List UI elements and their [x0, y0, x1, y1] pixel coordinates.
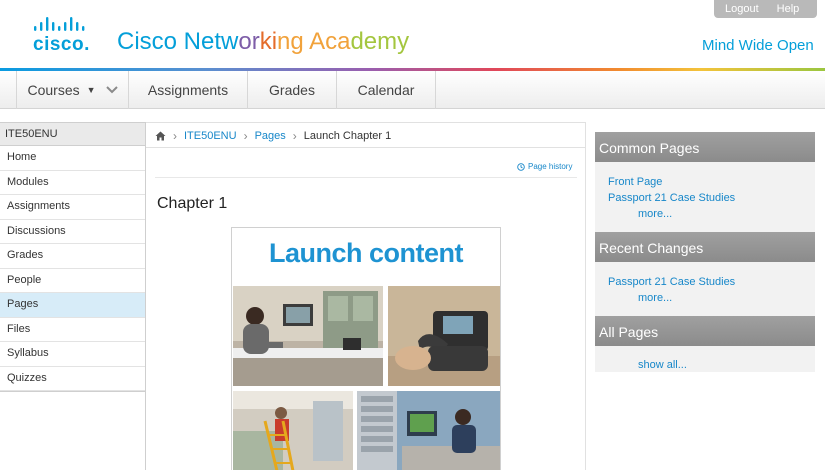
main-content: › ITE50ENU › Pages › Launch Chapter 1 Pa…	[146, 122, 586, 470]
pages-sidebar: Common Pages Front Page Passport 21 Case…	[595, 132, 815, 372]
recent-changes-more-link[interactable]: more...	[608, 290, 815, 306]
sidebar-item-modules[interactable]: Modules	[0, 170, 146, 195]
site-title[interactable]: Cisco Networking Academy	[117, 28, 409, 56]
sidebar-item-home[interactable]: Home	[0, 146, 146, 171]
sidebar-item-files[interactable]: Files	[0, 317, 146, 342]
common-pages-list: Front Page Passport 21 Case Studies more…	[595, 162, 815, 232]
help-link[interactable]: Help	[759, 3, 800, 15]
photo-ip-phone	[388, 286, 500, 386]
nav-courses-label: Courses	[27, 82, 80, 98]
sidebar-item-assignments[interactable]: Assignments	[0, 195, 146, 220]
link-recent-passport-case-studies[interactable]: Passport 21 Case Studies	[608, 274, 815, 290]
breadcrumb-separator-icon: ›	[292, 129, 297, 143]
sidebar-item-quizzes[interactable]: Quizzes	[0, 366, 146, 391]
caret-down-icon: ▼	[86, 85, 96, 95]
page-history-link[interactable]: Page history	[517, 162, 572, 171]
breadcrumb-pages[interactable]: Pages	[255, 130, 286, 142]
photo-video-conference	[233, 286, 383, 386]
breadcrumb-separator-icon: ›	[173, 129, 177, 143]
nav-assignments[interactable]: Assignments	[129, 71, 248, 109]
main-nav: Courses ▼ Assignments Grades Calendar	[0, 71, 825, 109]
clock-icon	[517, 162, 525, 171]
breadcrumb-course[interactable]: ITE50ENU	[184, 130, 237, 142]
common-pages-header: Common Pages	[595, 132, 815, 162]
site-title-part: ki	[259, 28, 278, 55]
photo-technician-ladder	[233, 391, 353, 470]
site-title-part: demy	[350, 28, 410, 55]
course-code[interactable]: ITE50ENU	[0, 122, 146, 146]
nav-grades[interactable]: Grades	[248, 71, 337, 109]
show-all-link[interactable]: show all...	[608, 357, 815, 373]
account-bar: Logout Help	[714, 0, 817, 18]
sidebar-item-discussions[interactable]: Discussions	[0, 219, 146, 244]
site-title-part: or	[238, 28, 260, 55]
course-sidebar: ITE50ENU Home Modules Assignments Discus…	[0, 122, 146, 392]
content-divider	[155, 177, 577, 178]
all-pages-header: All Pages	[595, 316, 815, 346]
sidebar-item-grades[interactable]: Grades	[0, 244, 146, 269]
site-title-part: ng Aca	[277, 28, 351, 55]
common-pages-more-link[interactable]: more...	[608, 206, 815, 222]
poster-title: Launch content	[269, 238, 464, 268]
breadcrumb-current: Launch Chapter 1	[303, 130, 392, 142]
home-icon[interactable]	[155, 131, 166, 141]
photo-network-operator	[357, 391, 500, 470]
logout-link[interactable]: Logout	[714, 3, 759, 15]
sidebar-item-syllabus[interactable]: Syllabus	[0, 342, 146, 367]
link-front-page[interactable]: Front Page	[608, 174, 815, 190]
recent-changes-header: Recent Changes	[595, 232, 815, 262]
nav-courses[interactable]: Courses ▼	[16, 71, 129, 109]
sidebar-item-people[interactable]: People	[0, 268, 146, 293]
sidebar-item-pages[interactable]: Pages	[0, 293, 146, 318]
page-title: Chapter 1	[157, 195, 228, 212]
nav-calendar[interactable]: Calendar	[337, 71, 436, 109]
page-history-label: Page history	[528, 162, 573, 171]
link-passport-case-studies[interactable]: Passport 21 Case Studies	[608, 190, 815, 206]
recent-changes-list: Passport 21 Case Studies more...	[595, 262, 815, 316]
breadcrumb: › ITE50ENU › Pages › Launch Chapter 1	[155, 129, 391, 143]
tagline: Mind Wide Open	[702, 37, 814, 54]
all-pages-list: show all...	[595, 346, 815, 372]
launch-content-image[interactable]: Launch content	[231, 227, 501, 470]
breadcrumb-separator-icon: ›	[243, 129, 248, 143]
chevron-down-icon[interactable]	[105, 86, 118, 94]
cisco-wordmark: cisco.	[33, 34, 90, 55]
breadcrumb-divider	[146, 147, 586, 148]
site-title-part: Cisco Netw	[117, 28, 239, 55]
